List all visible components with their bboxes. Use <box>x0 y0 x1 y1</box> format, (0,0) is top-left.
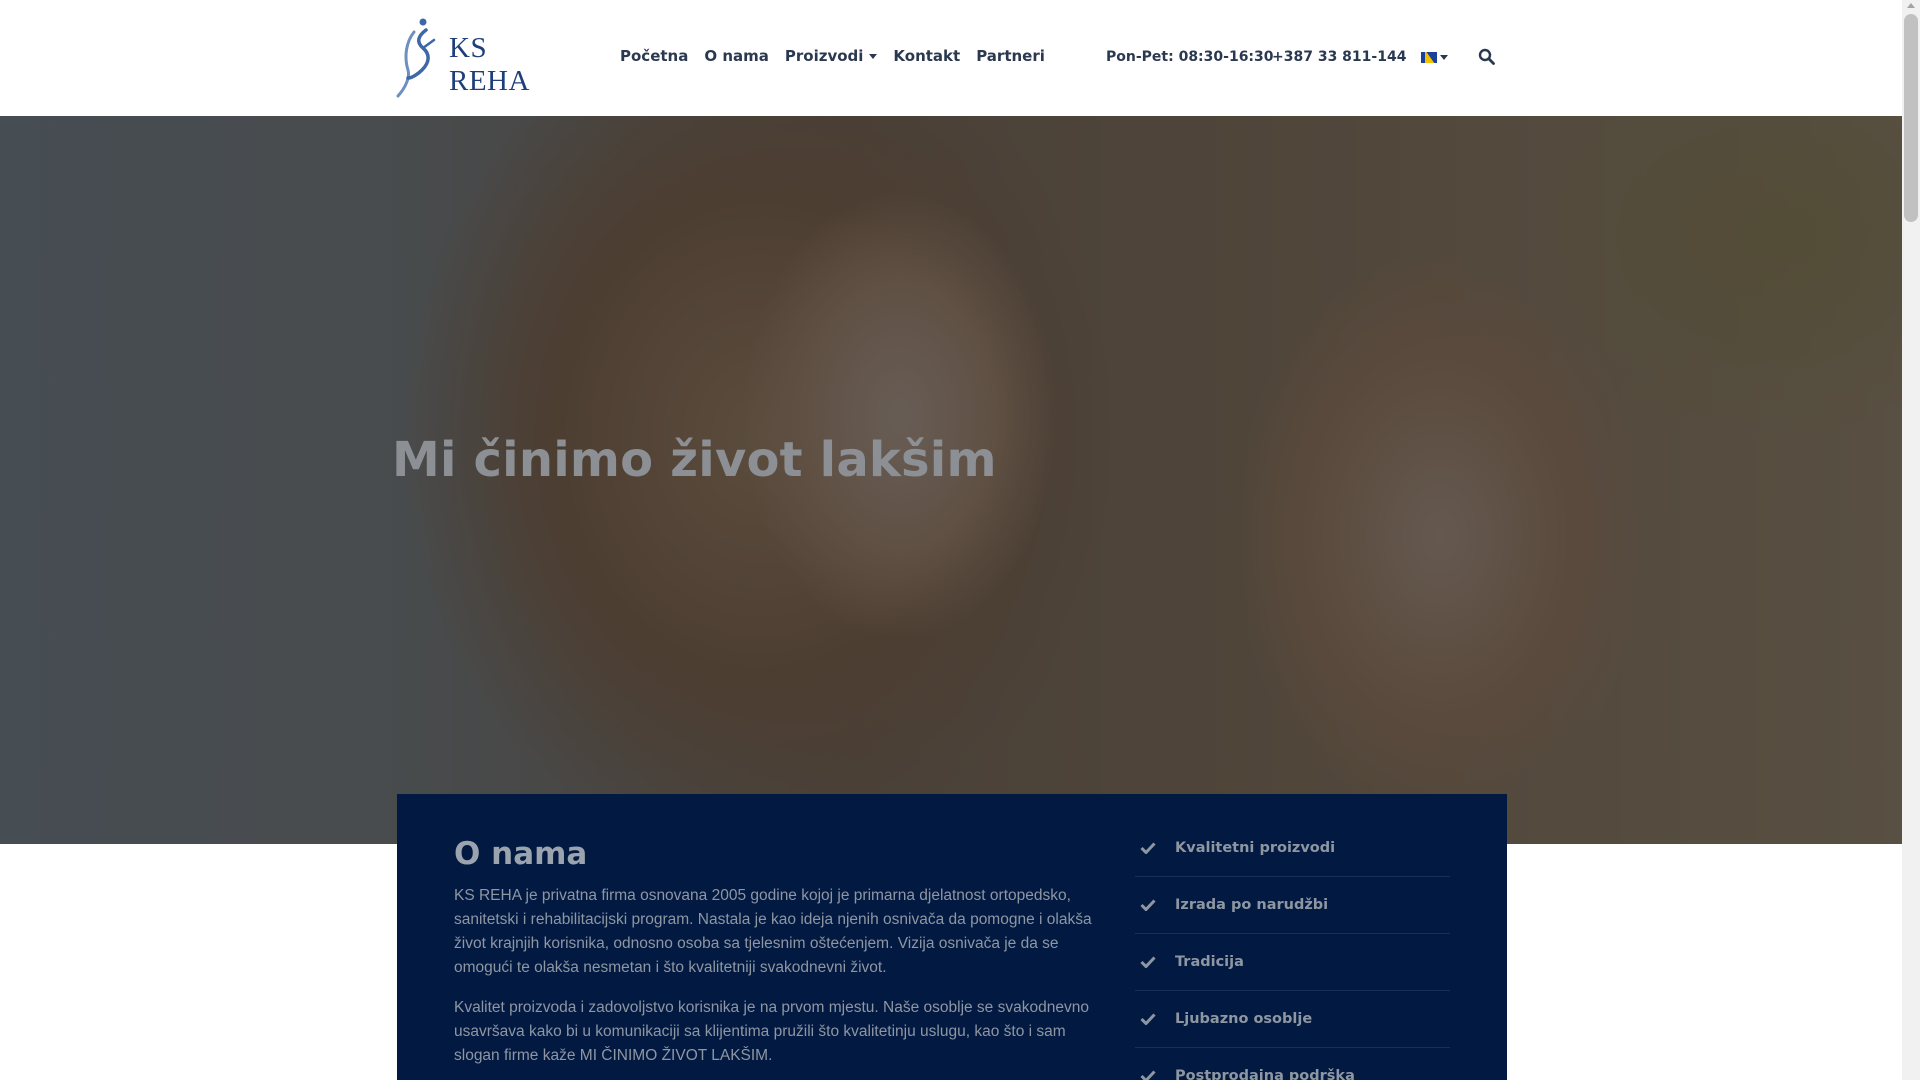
about-paragraph: KS REHA je privatna firma osnovana 2005 … <box>454 887 1092 976</box>
logo-text: KS REHA <box>449 32 530 97</box>
feature-label: Izrada po narudžbi <box>1175 897 1329 913</box>
chevron-down-icon <box>869 53 878 59</box>
language-selector[interactable] <box>1421 52 1448 63</box>
phone-number[interactable]: +387 33 811-144 <box>1272 49 1406 65</box>
search-icon[interactable] <box>1478 48 1496 66</box>
bosnia-flag-icon <box>1421 52 1437 63</box>
chevron-down-icon <box>1440 55 1448 60</box>
list-item: Postprodajna podrška <box>1135 1048 1450 1080</box>
logo-figure-icon <box>396 18 436 98</box>
working-hours: Pon-Pet: 08:30-16:30 <box>1106 49 1274 65</box>
nav-item-proizvodi[interactable]: Proizvodi <box>777 47 886 65</box>
feature-label: Postprodajna podrška <box>1175 1068 1355 1080</box>
list-item: Tradicija <box>1135 934 1450 991</box>
nav-item-partneri[interactable]: Partneri <box>968 47 1053 65</box>
main-nav: Početna O nama Proizvodi Kontakt Partner… <box>612 47 1053 65</box>
nav-item-label: Proizvodi <box>784 47 864 65</box>
about-title: O nama <box>454 836 588 872</box>
check-icon <box>1140 1070 1156 1080</box>
nav-item-kontakt[interactable]: Kontakt <box>885 47 968 65</box>
feature-label: Ljubazno osoblje <box>1175 1011 1313 1027</box>
scroll-up-arrow-icon[interactable] <box>1907 3 1915 8</box>
logo[interactable]: KS REHA <box>396 12 566 100</box>
nav-item-o-nama[interactable]: O nama <box>696 47 777 65</box>
about-paragraph: Kvalitet proizvoda i zadovoljstvo korisn… <box>454 999 1089 1064</box>
feature-label: Kvalitetni proizvodi <box>1175 840 1336 856</box>
hero-banner: Mi činimo život lakšim <box>0 116 1902 844</box>
nav-item-pocetna[interactable]: Početna <box>612 47 696 65</box>
page-scrollbar[interactable] <box>1902 0 1920 1080</box>
check-icon <box>1140 1013 1156 1025</box>
hero-title: Mi činimo život lakšim <box>392 432 997 488</box>
check-icon <box>1140 956 1156 968</box>
list-item: Ljubazno osoblje <box>1135 991 1450 1048</box>
site-header: KS REHA Početna O nama Proizvodi Kontakt… <box>0 0 1902 116</box>
list-item: Izrada po narudžbi <box>1135 877 1450 934</box>
check-icon <box>1140 899 1156 911</box>
check-icon <box>1140 842 1156 854</box>
list-item: Kvalitetni proizvodi <box>1135 820 1450 877</box>
about-card: O nama KS REHA je privatna firma osnovan… <box>397 794 1507 1080</box>
features-list: Kvalitetni proizvodi Izrada po narudžbi … <box>1135 820 1450 1080</box>
feature-label: Tradicija <box>1175 954 1244 970</box>
scrollbar-thumb[interactable] <box>1904 14 1918 222</box>
